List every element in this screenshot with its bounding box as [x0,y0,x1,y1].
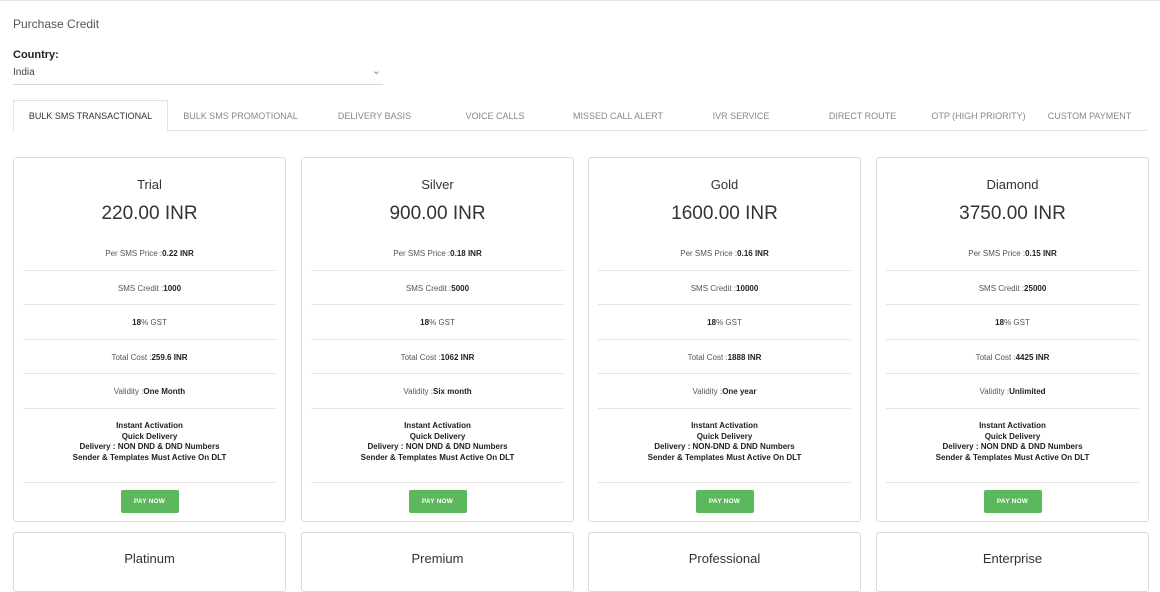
plan-card-gold: Gold 1600.00 INR Per SMS Price : 0.16 IN… [588,157,861,522]
validity-row: Validity : Six month [311,373,564,408]
validity-row: Validity : Unlimited [886,373,1139,408]
plan-card-trial: Trial 220.00 INR Per SMS Price : 0.22 IN… [13,157,286,522]
tab-ivr-service[interactable]: IVR SERVICE [682,100,800,131]
pay-now-button[interactable]: PAY NOW [983,490,1042,513]
total-cost-row: Total Cost : 1888 INR [598,339,851,374]
plan-features: Instant Activation Quick Delivery Delive… [23,408,276,483]
gst-row: 18 % GST [311,304,564,339]
plan-name: Gold [710,177,739,192]
per-sms-price-row: Per SMS Price : 0.16 INR [680,248,769,258]
plan-price: 1600.00 INR [671,203,778,224]
validity-row: Validity : One Month [23,373,276,408]
tab-missed-call-alert[interactable]: MISSED CALL ALERT [554,100,682,131]
tab-bulk-sms-transactional[interactable]: BULK SMS TRANSACTIONAL [13,100,168,132]
tab-delivery-basis[interactable]: DELIVERY BASIS [313,100,436,131]
total-cost-row: Total Cost : 259.6 INR [23,339,276,374]
plan-card-enterprise: Enterprise [876,532,1149,592]
tab-bulk-sms-promotional[interactable]: BULK SMS PROMOTIONAL [168,100,313,131]
plan-price: 3750.00 INR [959,203,1066,224]
plan-features: Instant Activation Quick Delivery Delive… [311,408,564,483]
per-sms-price-row: Per SMS Price : 0.22 INR [105,248,194,258]
total-cost-row: Total Cost : 4425 INR [886,339,1139,374]
plan-features: Instant Activation Quick Delivery Delive… [598,408,851,483]
tab-custom-payment[interactable]: CUSTOM PAYMENT [1032,100,1147,131]
plan-price: 900.00 INR [389,203,486,224]
sms-credit-row: SMS Credit : 1000 [23,270,276,305]
country-selected-value: India [13,67,35,78]
plan-name: Premium [411,551,464,566]
plan-card-premium: Premium [301,532,574,592]
gst-row: 18 % GST [598,304,851,339]
sms-credit-row: SMS Credit : 5000 [311,270,564,305]
service-tabs: BULK SMS TRANSACTIONAL BULK SMS PROMOTIO… [13,100,1147,132]
plan-name: Enterprise [982,551,1043,566]
plan-name: Silver [421,177,454,192]
top-divider [0,0,1160,1]
country-label: Country: [13,49,59,61]
validity-row: Validity : One year [598,373,851,408]
pay-now-button[interactable]: PAY NOW [695,490,754,513]
per-sms-price-row: Per SMS Price : 0.18 INR [393,248,482,258]
tab-otp-high-priority[interactable]: OTP (HIGH PRIORITY) [925,100,1032,131]
tab-direct-route[interactable]: DIRECT ROUTE [800,100,925,131]
page-title: Purchase Credit [13,17,100,31]
plan-name: Professional [688,551,761,566]
per-sms-price-row: Per SMS Price : 0.15 INR [968,248,1057,258]
plan-name: Diamond [986,177,1039,192]
pay-now-button[interactable]: PAY NOW [120,490,179,513]
gst-row: 18 % GST [886,304,1139,339]
pay-now-button[interactable]: PAY NOW [408,490,467,513]
total-cost-row: Total Cost : 1062 INR [311,339,564,374]
plan-name: Trial [137,177,162,192]
gst-row: 18 % GST [23,304,276,339]
plan-card-diamond: Diamond 3750.00 INR Per SMS Price : 0.15… [876,157,1149,522]
plan-card-professional: Professional [588,532,861,592]
sms-credit-row: SMS Credit : 25000 [886,270,1139,305]
chevron-down-icon: ⌄ [371,65,381,77]
plan-card-platinum: Platinum [13,532,286,592]
tab-voice-calls[interactable]: VOICE CALLS [436,100,554,131]
plan-features: Instant Activation Quick Delivery Delive… [886,408,1139,483]
sms-credit-row: SMS Credit : 10000 [598,270,851,305]
plan-name: Platinum [124,551,175,566]
plan-price: 220.00 INR [101,203,198,224]
country-select[interactable]: India ⌄ [13,63,383,85]
plan-card-silver: Silver 900.00 INR Per SMS Price : 0.18 I… [301,157,574,522]
